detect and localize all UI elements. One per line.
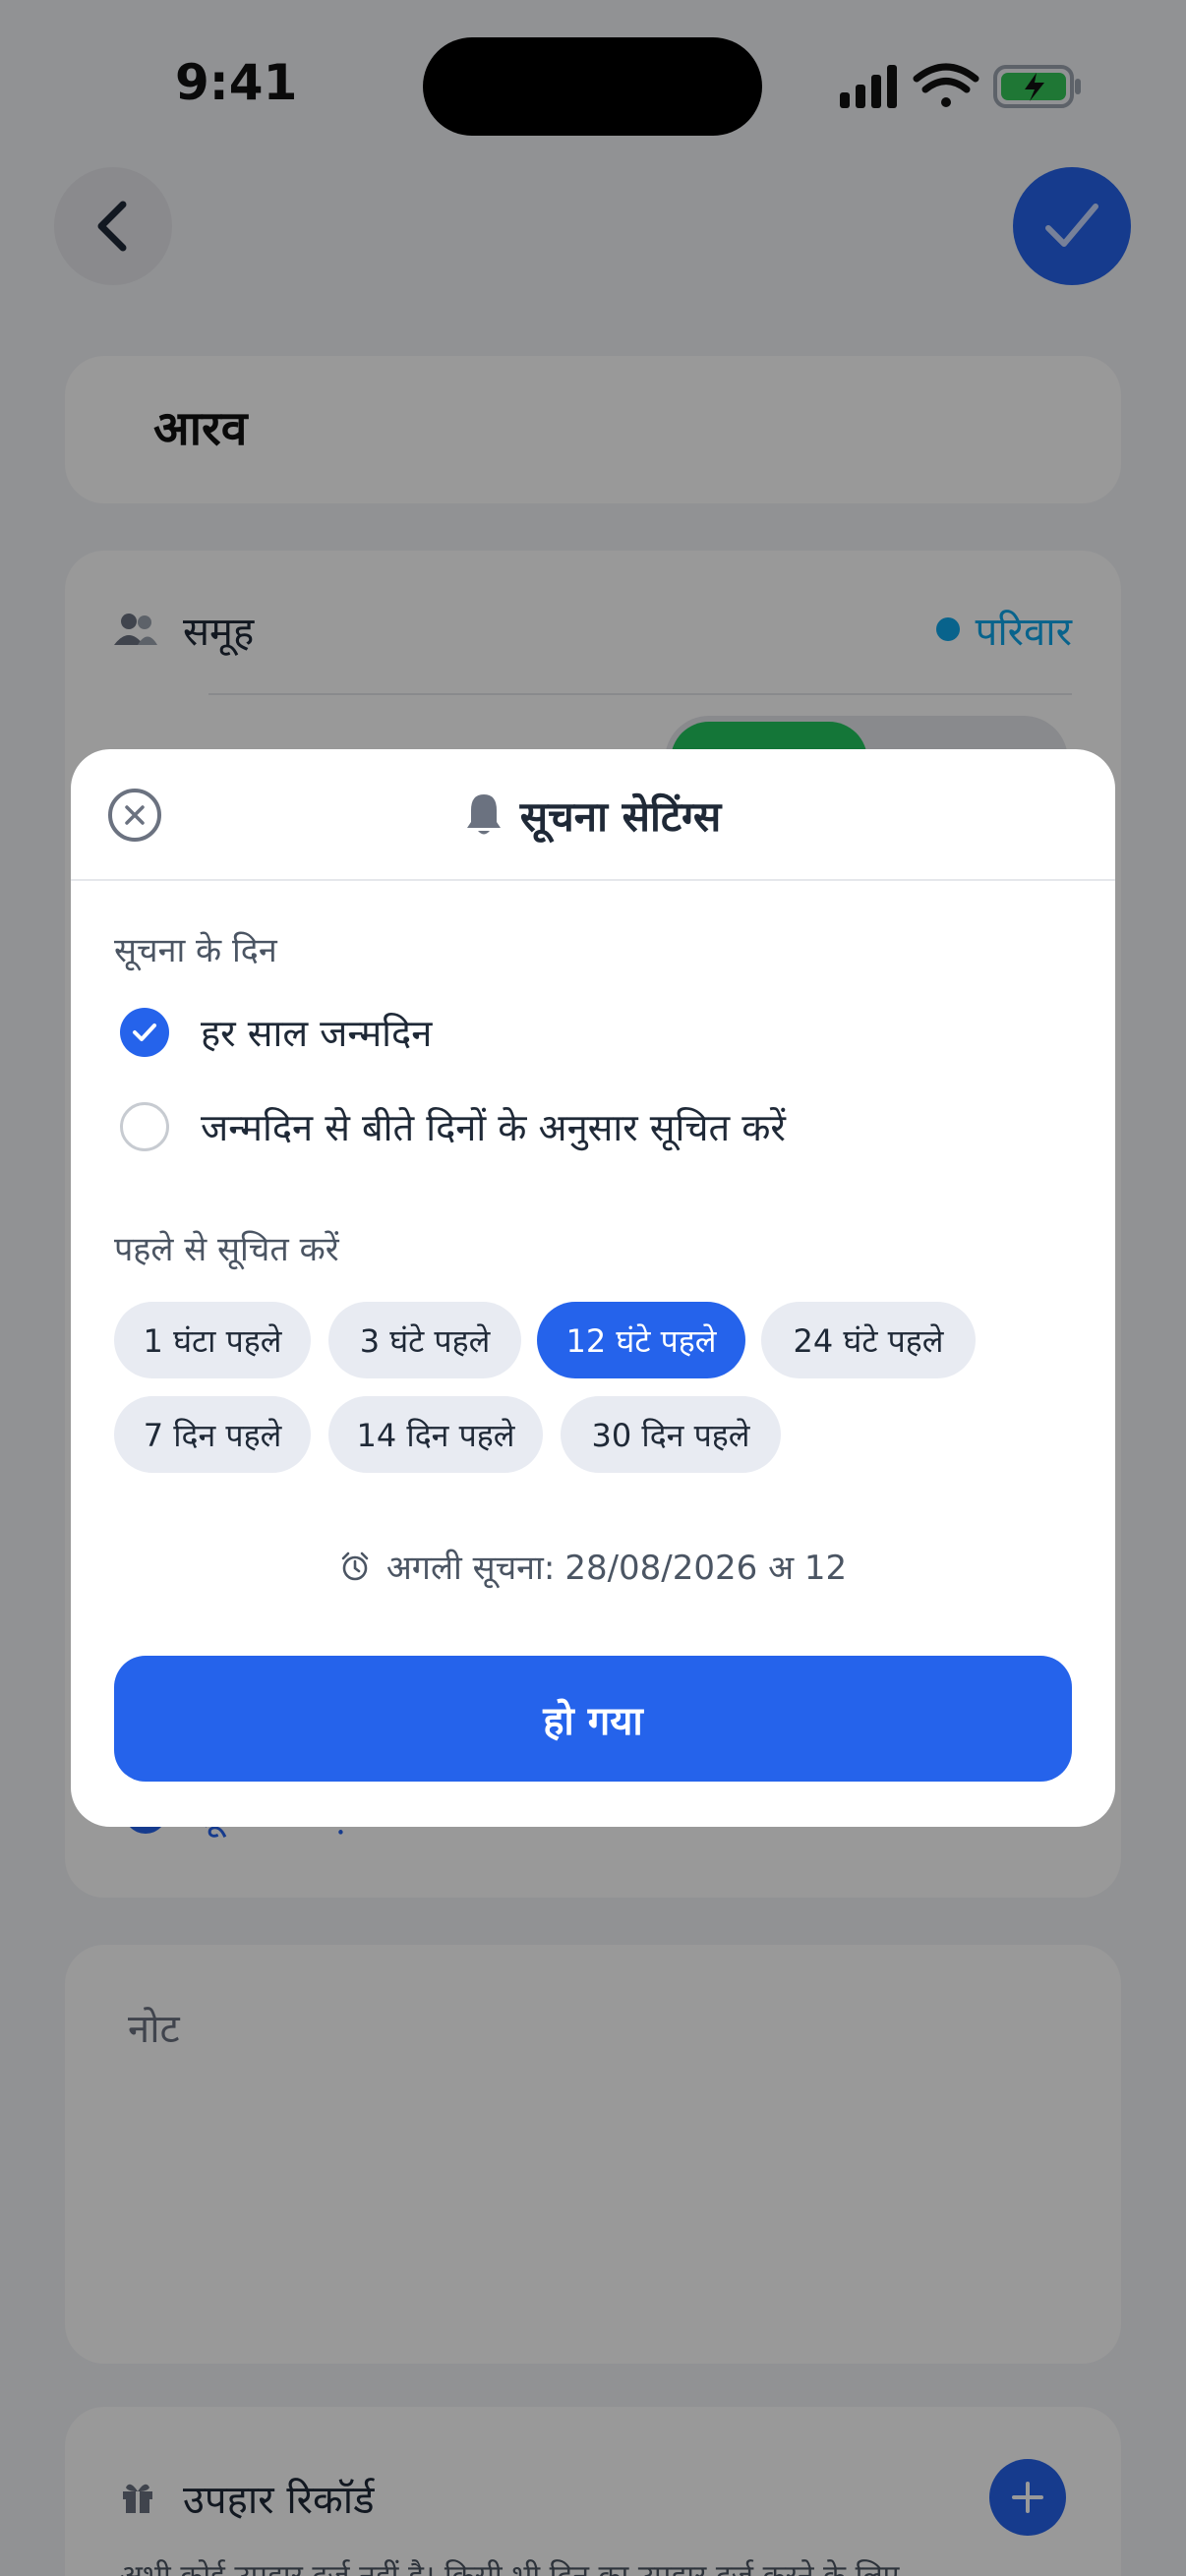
option-every-year-birthday[interactable]: हर साल जन्मदिन	[120, 1007, 432, 1058]
notification-settings-modal: सूचना सेटिंग्स सूचना के दिन हर साल जन्मद…	[71, 749, 1115, 1827]
radio-unchecked-icon[interactable]	[120, 1102, 169, 1151]
option-label: जन्मदिन से बीते दिनों के अनुसार सूचित कर…	[201, 1106, 786, 1149]
chip-14-days[interactable]: 14 दिन पहले	[328, 1396, 543, 1473]
radio-checked-icon[interactable]	[120, 1008, 169, 1057]
modal-title-wrap: सूचना सेटिंग्स	[71, 749, 1115, 881]
checkmark-icon	[133, 1024, 156, 1041]
done-button[interactable]: हो गया	[114, 1656, 1072, 1782]
chip-12-hours[interactable]: 12 घंटे पहले	[537, 1302, 745, 1378]
chip-3-hours[interactable]: 3 घंटे पहले	[328, 1302, 521, 1378]
modal-header: सूचना सेटिंग्स	[71, 749, 1115, 881]
modal-title: सूचना सेटिंग्स	[519, 791, 722, 841]
close-icon	[125, 805, 145, 825]
close-button[interactable]	[108, 789, 161, 842]
option-days-since-birthday[interactable]: जन्मदिन से बीते दिनों के अनुसार सूचित कर…	[120, 1101, 786, 1152]
chip-24-hours[interactable]: 24 घंटे पहले	[761, 1302, 976, 1378]
notify-days-label: सूचना के दिन	[114, 931, 277, 970]
next-notification-label: अगली सूचना:	[385, 1549, 556, 1588]
chip-1-hour[interactable]: 1 घंटा पहले	[114, 1302, 311, 1378]
bell-icon	[466, 794, 501, 835]
advance-notice-label: पहले से सूचित करें	[114, 1230, 339, 1269]
chip-7-days[interactable]: 7 दिन पहले	[114, 1396, 311, 1473]
next-notification-line: अगली सूचना: 28/08/2026 अ 12	[71, 1544, 1115, 1589]
chip-30-days[interactable]: 30 दिन पहले	[561, 1396, 781, 1473]
alarm-clock-icon	[339, 1551, 371, 1582]
option-label: हर साल जन्मदिन	[201, 1012, 433, 1055]
next-notification-value: 28/08/2026 अ 12	[564, 1549, 848, 1588]
